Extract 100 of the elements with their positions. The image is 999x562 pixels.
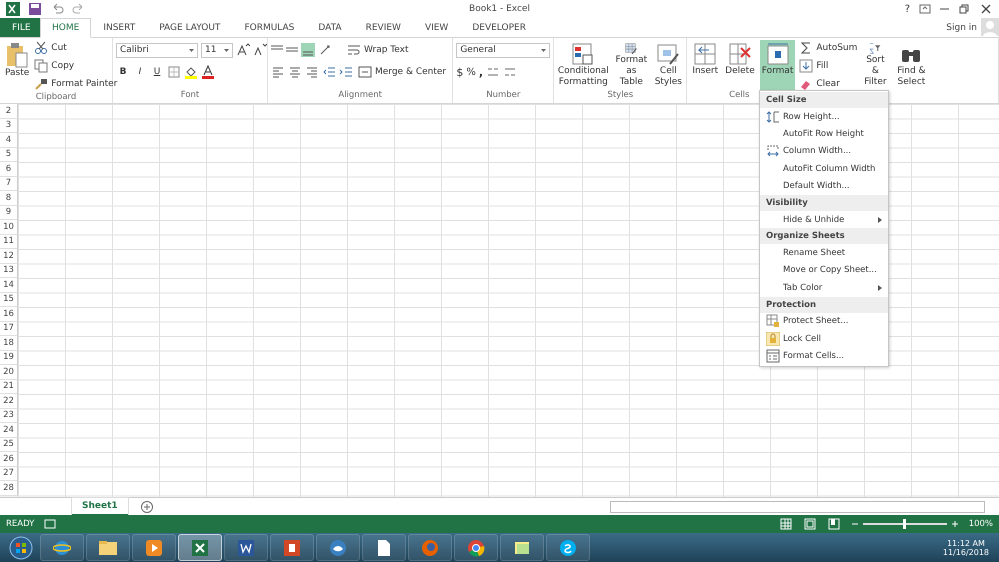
fox-globe-icon <box>421 538 439 556</box>
percent-button[interactable]: % <box>466 64 476 80</box>
taskbar-app[interactable] <box>270 534 314 561</box>
row-number: 16 <box>0 307 18 322</box>
paste-button[interactable]: Paste <box>3 40 32 90</box>
menu-item[interactable]: Column Width... <box>760 142 888 160</box>
row-number: 20 <box>0 365 18 380</box>
row-number: 6 <box>0 162 18 176</box>
taskbar-app[interactable] <box>546 534 590 561</box>
style-button[interactable]: Cell Styles <box>653 40 684 90</box>
window-title: Book1 - Excel <box>469 4 530 14</box>
group-label: Styles <box>607 90 634 102</box>
group-label: Alignment <box>338 90 382 102</box>
ribbon-tab[interactable]: DEVELOPER <box>460 18 538 37</box>
ribbon-tab[interactable]: INSERT <box>91 18 148 37</box>
row-number: 21 <box>0 380 18 394</box>
number-format-field[interactable]: General <box>456 42 550 58</box>
font-size-field[interactable]: 11 <box>201 42 233 58</box>
style-button[interactable]: Conditional Formatting <box>557 40 610 90</box>
taskbar-app[interactable] <box>454 534 498 561</box>
page-break-icon <box>826 517 841 531</box>
menu-item[interactable]: Move or Copy Sheet... <box>760 262 888 280</box>
menu-item[interactable]: Tab Color <box>760 279 888 297</box>
row-number: 14 <box>0 278 18 292</box>
wrap-text-button[interactable]: Wrap Text <box>347 42 408 58</box>
row-number: 27 <box>0 466 18 481</box>
menu-section-header: Protection <box>760 296 888 313</box>
zoom-level[interactable]: 100% <box>968 519 993 529</box>
page-layout-icon <box>802 517 817 531</box>
ribbon-tab[interactable]: VIEW <box>412 18 460 37</box>
merge-cells-icon <box>358 65 372 79</box>
taskbar-app[interactable] <box>86 534 130 561</box>
menu-item[interactable]: AutoFit Row Height <box>760 125 888 143</box>
comma-button[interactable]: , <box>478 64 484 80</box>
fill-color-icon <box>184 65 198 79</box>
taskbar-app[interactable] <box>316 534 360 561</box>
menu-item[interactable]: Protect Sheet... <box>760 312 888 330</box>
sheet-tab[interactable]: Sheet1 <box>72 498 128 516</box>
font-name-field[interactable]: Calibri <box>116 42 198 58</box>
italic-button[interactable]: I <box>133 64 147 80</box>
cut-button[interactable]: Cut <box>34 40 118 56</box>
taskbar-app[interactable] <box>178 534 222 561</box>
menu-item[interactable]: Default Width... <box>760 178 888 195</box>
sign-in-link[interactable]: Sign in <box>946 22 977 32</box>
currency-button[interactable]: $ <box>456 64 464 80</box>
cells-button[interactable]: Insert <box>690 40 720 90</box>
taskbar-app[interactable] <box>500 534 544 561</box>
taskbar-clock[interactable]: 11:12 AM 11/16/2018 <box>936 538 995 556</box>
taskbar-app[interactable] <box>132 534 176 561</box>
autosum-button[interactable]: AutoSum <box>799 40 858 56</box>
taskbar-app[interactable] <box>40 534 84 561</box>
menu-item[interactable]: AutoFit Column Width <box>760 160 888 178</box>
dropdown-caret-icon <box>224 48 229 52</box>
align-right-icon <box>305 65 319 79</box>
chat-icon <box>559 538 577 556</box>
underline-button[interactable]: U <box>150 64 164 80</box>
menu-section-header: Visibility <box>760 194 888 211</box>
cells-button[interactable]: Delete <box>723 40 757 90</box>
taskbar-app[interactable] <box>224 534 268 561</box>
delete-cells-icon <box>728 42 752 66</box>
ribbon-tab[interactable]: PAGE LAYOUT <box>147 18 232 37</box>
copy-button[interactable]: Copy <box>34 58 118 74</box>
menu-item[interactable]: Lock Cell <box>760 330 888 348</box>
sort-filter-button[interactable]: Sort & Filter <box>860 40 890 90</box>
dropdown-caret-icon <box>189 48 194 52</box>
horizontal-scrollbar[interactable] <box>610 500 985 512</box>
taskbar-app[interactable] <box>362 534 406 561</box>
help-button[interactable]: ? <box>904 4 910 14</box>
cells-button[interactable]: Format <box>760 40 796 90</box>
ribbon-tab[interactable]: HOME <box>40 18 92 38</box>
find-select-button[interactable]: Find & Select <box>893 40 930 90</box>
copy-icon <box>34 59 48 73</box>
bold-button[interactable]: B <box>116 64 130 80</box>
fill-button[interactable]: Fill <box>799 58 858 74</box>
lock-icon <box>766 332 780 346</box>
sheet-lock-icon <box>766 314 780 328</box>
ribbon-tab[interactable]: DATA <box>306 18 354 37</box>
ribbon-tab[interactable]: FORMULAS <box>232 18 306 37</box>
menu-item[interactable]: Hide & Unhide <box>760 210 888 228</box>
conditional-format-icon <box>571 42 596 66</box>
format-painter-button[interactable]: Format Painter <box>34 76 118 92</box>
fill-down-icon <box>799 59 814 73</box>
clipboard-icon <box>5 42 30 68</box>
merge-center-button[interactable]: Merge & Center <box>358 64 446 80</box>
menu-item[interactable]: Format Cells... <box>760 347 888 365</box>
style-button[interactable]: Format as Table <box>612 40 650 90</box>
menu-item[interactable]: Rename Sheet <box>760 244 888 262</box>
row-number: 24 <box>0 423 18 438</box>
restore-icon <box>957 2 971 16</box>
ribbon-tab[interactable]: REVIEW <box>354 18 413 37</box>
normal-view-icon <box>778 517 793 531</box>
play-icon <box>145 538 163 556</box>
clear-button[interactable]: Clear <box>799 76 858 92</box>
menu-item[interactable]: Row Height... <box>760 108 888 126</box>
file-tab[interactable]: FILE <box>0 18 40 37</box>
row-number: 28 <box>0 481 18 496</box>
globe-icon <box>53 538 71 556</box>
minimize-icon[interactable] <box>940 8 949 10</box>
increase-indent-icon <box>339 65 353 79</box>
status-text: READY <box>6 519 34 529</box>
